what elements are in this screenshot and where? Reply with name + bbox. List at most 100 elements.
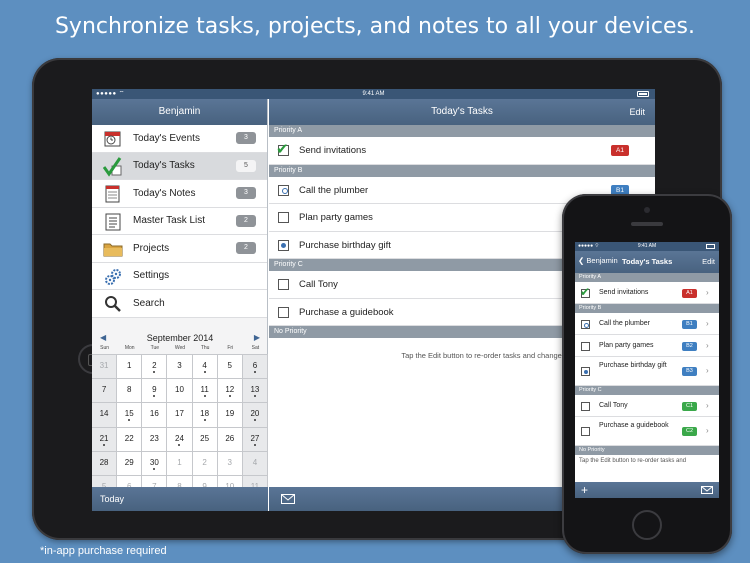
add-task-button[interactable]: + [581,483,588,497]
checkbox-icon[interactable] [581,427,590,436]
calendar-day-number: 30 [149,457,159,467]
sidebar-item-label: Settings [133,270,170,282]
calendar-day[interactable]: 21 [92,427,118,452]
calendar-day-number: 7 [101,385,107,395]
calendar-day-number: 3 [177,361,182,370]
calendar-day[interactable]: 10 [167,379,193,404]
search-icon [103,294,123,314]
calendar-day[interactable]: 15 [117,403,143,428]
calendar-day-number: 4 [252,457,258,467]
calendar-day[interactable]: 31 [92,355,118,380]
phone-task-row[interactable]: Purchase a guidebook C2 › [575,417,719,446]
edit-button[interactable]: Edit [629,99,645,125]
phone-task-row[interactable]: Call Tony C1 › [575,395,719,417]
folder-icon [103,239,123,259]
phone-section-header: Priority B [575,304,719,313]
calendar-day[interactable]: 11 [192,379,218,404]
calendar-day-number: 22 [124,433,134,443]
priority-badge: B3 [682,367,697,376]
calendar-day[interactable]: 25 [192,427,218,452]
phone-section-header: No Priority [575,446,719,455]
calendar-day-number: 16 [149,409,159,419]
calendar-day[interactable]: 3 [217,451,243,476]
calendar-day[interactable]: 26 [217,427,243,452]
calendar-day[interactable]: 12 [217,379,243,404]
calendar-day[interactable]: 2 [142,355,168,380]
checkbox-icon[interactable] [278,306,289,318]
calendar-day[interactable]: 4 [242,451,268,476]
phone-task-row[interactable]: Call the plumber B1 › [575,313,719,335]
calendar-day[interactable]: 13 [242,379,268,404]
event-dot-icon [253,395,256,398]
mail-icon[interactable] [281,494,295,504]
prev-month-icon[interactable]: ◀ [100,331,106,345]
calendar-day[interactable]: 22 [117,427,143,452]
section-header: Priority A [269,125,655,137]
event-dot-icon [178,443,181,446]
phone-edit-button[interactable]: Edit [702,257,715,266]
checkbox-icon[interactable] [278,279,289,290]
calendar-day[interactable]: 1 [167,451,193,476]
today-button[interactable]: Today [92,487,268,511]
event-dot-icon [203,371,206,373]
calendar-day-number: 2 [152,361,157,370]
sidebar-item-projects[interactable]: Projects 2 [92,235,267,263]
calendar-day[interactable]: 23 [142,427,168,452]
calendar-day[interactable]: 14 [92,403,118,428]
calendar-day[interactable]: 6 [242,355,268,380]
calendar-day[interactable]: 1 [117,355,143,380]
calendar-day[interactable]: 9 [142,379,168,404]
calendar-day[interactable]: 20 [242,403,268,428]
task-row[interactable]: ✔ Send invitations A1 [269,137,655,165]
sidebar-item-settings[interactable]: Settings [92,262,267,290]
checkbox-icon[interactable] [278,239,289,251]
checkbox-icon[interactable] [581,401,590,411]
calendar-day-number: 19 [225,409,235,419]
event-dot-icon [103,443,106,446]
calendar-day[interactable]: 3 [167,355,193,380]
sidebar-item-search[interactable]: Search [92,290,267,318]
checkbox-icon[interactable] [581,367,590,376]
task-label: Plan party games [299,212,373,223]
sidebar-item-today-s-tasks[interactable]: Today's Tasks 5 [92,152,267,180]
calendar-day[interactable]: 7 [92,379,118,404]
phone-task-row[interactable]: Purchase birthday gift B3 › [575,357,719,386]
calendar-day[interactable]: 29 [117,451,143,476]
calendar-grid: 31 1 2 3 4 5 6 7 8 9 10 11 12 13 14 15 16 17 18 19 20 21 22 23 2… [92,354,268,501]
calendar-day[interactable]: 27 [242,427,268,452]
sidebar-item-today-s-events[interactable]: Today's Events 3 [92,125,267,153]
calendar-day[interactable]: 5 [217,355,243,380]
back-button[interactable]: ❮ Benjamin [578,256,618,265]
home-button-icon [632,510,662,540]
sidebar-item-today-s-notes[interactable]: Today's Notes 3 [92,180,267,208]
checkbox-icon[interactable] [278,184,289,196]
weekday-label: Mon [124,345,135,351]
calendar-day[interactable]: 28 [92,451,118,476]
checkbox-icon[interactable] [581,341,590,351]
mail-icon[interactable] [701,486,713,494]
phone-task-row[interactable]: ✔ Send invitations A1 › [575,282,719,304]
sidebar-item-master-task-list[interactable]: Master Task List 2 [92,207,267,235]
weekday-label: Sun [100,345,110,351]
phone-task-row[interactable]: Plan party games B2 › [575,335,719,357]
priority-badge: B1 [682,319,697,329]
calendar-day[interactable]: 30 [142,451,168,476]
calendar-day-number: 3 [227,457,232,467]
calendar-day[interactable]: 18 [192,403,218,428]
calendar-day[interactable]: 8 [117,379,143,404]
calendar-day[interactable]: 19 [217,403,243,428]
calendar-day[interactable]: 17 [167,403,193,428]
task-label: Call Tony [299,279,338,290]
checkbox-icon[interactable] [581,319,590,329]
sidebar-item-label: Today's Tasks [133,160,195,172]
calendar-day[interactable]: 24 [167,427,193,452]
calendar-day-number: 24 [175,433,184,443]
phone-task-label: Call the plumber [599,320,650,327]
calendar-day[interactable]: 16 [142,403,168,428]
next-month-icon[interactable]: ▶ [254,331,260,345]
calendar-events-icon [103,129,123,149]
calendar-day[interactable]: 4 [192,355,218,380]
checkbox-icon[interactable] [278,212,289,223]
calendar-day[interactable]: 2 [192,451,218,476]
sidebar-menu: Today's Events 3 Today's Tasks 5 Today's Not… [92,125,267,318]
